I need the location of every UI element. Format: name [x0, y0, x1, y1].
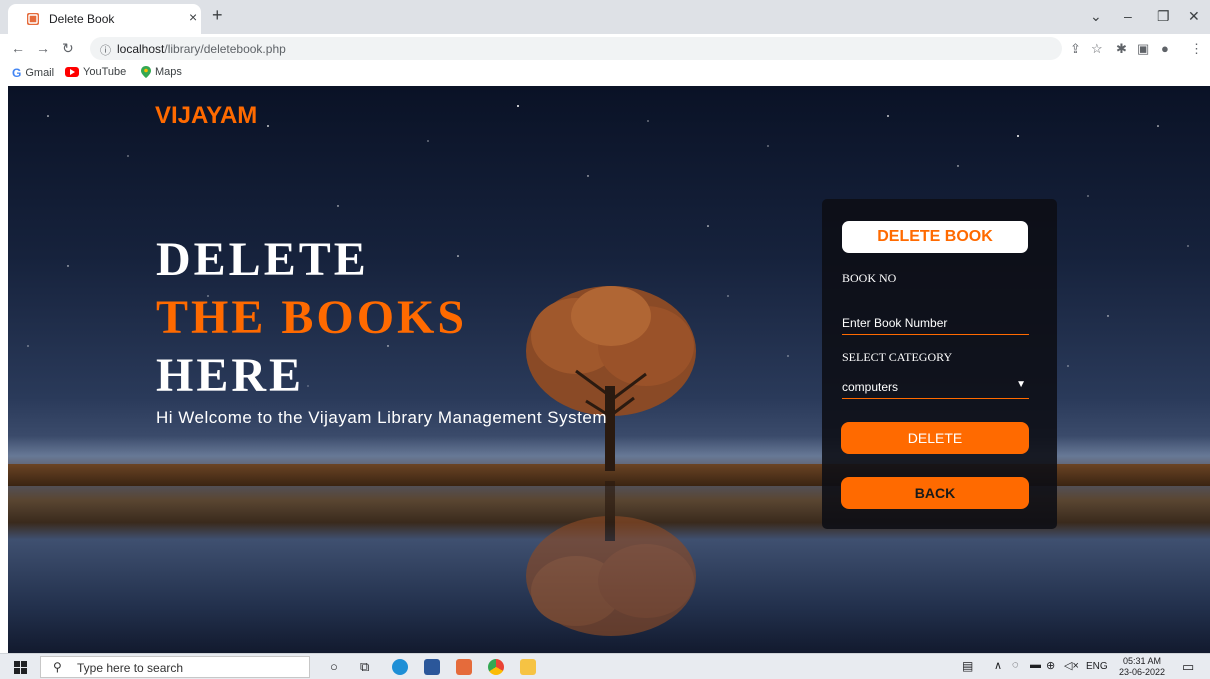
xampp-favicon-icon [27, 13, 39, 25]
profile-avatar-icon[interactable]: ● [1161, 41, 1169, 56]
share-icon[interactable]: ⇪ [1070, 41, 1081, 57]
task-view-icon[interactable]: ⧉ [360, 659, 369, 675]
bookmark-label: Maps [155, 66, 182, 78]
hero-heading-line-1: DELETE [156, 233, 369, 286]
restore-icon[interactable]: ❐ [1157, 8, 1170, 25]
bookmark-gmail[interactable]: G Gmail [12, 66, 54, 80]
menu-kebab-icon[interactable]: ⋮ [1190, 41, 1203, 57]
windows-taskbar: ⚲ Type here to search ○ ⧉ ▤ ∧ ◌ ▬ ⊕ ◁× E… [0, 653, 1210, 679]
browser-tabstrip: Delete Book × + ⌄ – ❐ ✕ [0, 0, 1210, 34]
site-info-icon[interactable]: ⓘ [100, 42, 111, 58]
battery-icon[interactable]: ▬ [1030, 659, 1041, 671]
url-text: localhost/library/deletebook.php [117, 42, 286, 56]
clock-time: 05:31 AM [1122, 656, 1162, 666]
browser-tab[interactable]: Delete Book × [8, 4, 201, 34]
network-icon[interactable]: ⊕ [1046, 659, 1055, 672]
delete-book-form: DELETE BOOK BOOK NO SELECT CATEGORY comp… [822, 199, 1057, 529]
news-widget-icon[interactable]: ▤ [962, 659, 973, 673]
tree-image [526, 286, 696, 471]
form-title: DELETE BOOK [842, 221, 1028, 253]
close-window-icon[interactable]: ✕ [1188, 8, 1200, 25]
search-icon: ⚲ [53, 660, 62, 674]
maps-pin-icon [141, 66, 151, 78]
forward-arrow-icon[interactable]: → [36, 40, 50, 56]
chevron-down-icon: ▼ [1016, 379, 1026, 390]
back-button[interactable]: BACK [841, 477, 1029, 509]
cortana-icon[interactable]: ○ [330, 659, 338, 674]
volume-muted-icon[interactable]: ◁× [1064, 659, 1079, 672]
bookmark-youtube[interactable]: YouTube [65, 66, 126, 78]
category-select[interactable]: computers ▼ [842, 375, 1029, 399]
tray-chevron-up-icon[interactable]: ∧ [994, 659, 1002, 672]
youtube-icon [65, 67, 79, 77]
bookmark-star-icon[interactable]: ☆ [1091, 41, 1103, 57]
bookmark-maps[interactable]: Maps [141, 66, 182, 78]
sync-icon[interactable]: ◌ [1012, 659, 1019, 671]
bookmark-label: YouTube [83, 66, 127, 78]
taskbar-search-box[interactable]: ⚲ Type here to search [40, 656, 310, 678]
language-indicator[interactable]: ENG [1086, 661, 1108, 672]
clock-date: 23-06-2022 [1118, 667, 1166, 677]
book-no-label: BOOK NO [842, 271, 897, 285]
file-explorer-icon[interactable] [520, 659, 536, 675]
tab-title: Delete Book [49, 12, 115, 26]
tab-close-icon[interactable]: × [189, 9, 197, 25]
brand-logo[interactable]: VIJAYAM [155, 102, 257, 130]
notifications-icon[interactable]: ▭ [1182, 659, 1194, 675]
page-viewport: VIJAYAM DELETE THE BOOKS HERE Hi Welcome… [8, 86, 1210, 653]
reload-icon[interactable]: ↻ [62, 40, 74, 57]
delete-button[interactable]: DELETE [841, 422, 1029, 454]
extensions-icon[interactable]: ✱ [1116, 41, 1127, 57]
back-arrow-icon[interactable]: ← [11, 40, 25, 56]
browser-toolbar: ← → ↻ ⓘ localhost/library/deletebook.php… [0, 34, 1210, 62]
new-tab-button[interactable]: + [212, 5, 223, 26]
tab-search-chevron-icon[interactable]: ⌄ [1090, 8, 1102, 25]
hero-heading-line-2: THE BOOKS [156, 291, 468, 344]
bookmark-label: Gmail [25, 67, 55, 79]
windows-start-icon[interactable] [14, 661, 27, 674]
taskbar-search-placeholder: Type here to search [77, 661, 184, 675]
category-label: SELECT CATEGORY [842, 350, 953, 364]
edge-icon[interactable] [392, 659, 408, 675]
bookmarks-bar: G Gmail YouTube Maps [0, 62, 1210, 86]
minimize-icon[interactable]: – [1124, 8, 1132, 24]
hero-heading-line-3: HERE [156, 349, 305, 402]
word-icon[interactable] [424, 659, 440, 675]
category-selected-value: computers [842, 380, 899, 394]
xampp-icon[interactable] [456, 659, 472, 675]
chrome-icon[interactable] [488, 659, 504, 675]
tree-reflection-image [526, 481, 696, 636]
side-panel-icon[interactable]: ▣ [1137, 41, 1149, 57]
google-icon: G [12, 66, 22, 80]
book-number-input[interactable] [842, 311, 1029, 335]
welcome-text: Hi Welcome to the Vijayam Library Manage… [156, 408, 607, 427]
clock[interactable]: 05:31 AM 23-06-2022 [1116, 656, 1168, 678]
address-bar[interactable]: ⓘ localhost/library/deletebook.php [90, 37, 1062, 60]
